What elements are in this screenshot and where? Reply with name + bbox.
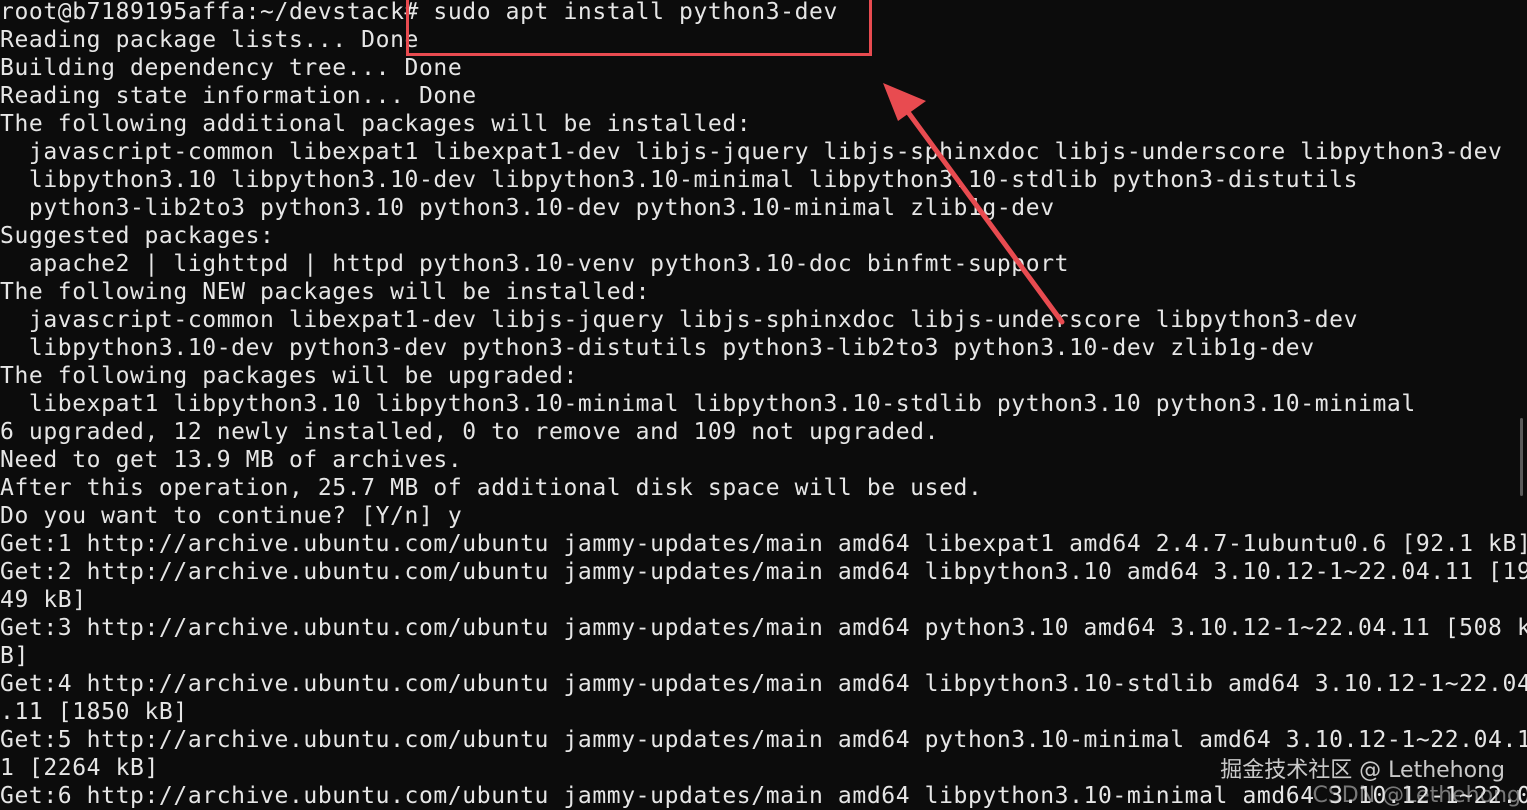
output-line: 49 kB] [0, 587, 87, 613]
output-line: The following additional packages will b… [0, 111, 752, 137]
output-line: The following NEW packages will be insta… [0, 279, 651, 305]
watermark-csdn: CSDN @Lethehong [1312, 783, 1521, 808]
output-line: Reading state information... Done [0, 83, 477, 109]
output-line: libpython3.10-dev python3-dev python3-di… [0, 335, 1315, 361]
output-line: libpython3.10 libpython3.10-dev libpytho… [0, 167, 1359, 193]
output-line: Building dependency tree... Done [0, 55, 463, 81]
scrollbar-thumb[interactable] [1520, 418, 1523, 496]
output-line: Do you want to continue? [Y/n] y [0, 503, 463, 529]
watermark-juejin: 掘金技术社区 @ Lethehong [1220, 758, 1505, 783]
command-highlight-box [406, 0, 872, 56]
output-line: libexpat1 libpython3.10 libpython3.10-mi… [0, 391, 1416, 417]
output-line: Get:1 http://archive.ubuntu.com/ubuntu j… [0, 531, 1527, 557]
output-line: javascript-common libexpat1 libexpat1-de… [0, 139, 1503, 165]
output-line: python3-lib2to3 python3.10 python3.10-de… [0, 195, 1055, 221]
output-line: .11 [1850 kB] [0, 699, 188, 725]
output-line: The following packages will be upgraded: [0, 363, 578, 389]
output-line: Suggested packages: [0, 223, 275, 249]
output-line: javascript-common libexpat1-dev libjs-jq… [0, 307, 1359, 333]
output-line: B] [0, 643, 29, 669]
output-line: Need to get 13.9 MB of archives. [0, 447, 463, 473]
output-line: apache2 | lighttpd | httpd python3.10-ve… [0, 251, 1070, 277]
output-line: Get:4 http://archive.ubuntu.com/ubuntu j… [0, 671, 1527, 697]
output-line: Get:2 http://archive.ubuntu.com/ubuntu j… [0, 559, 1527, 585]
output-line: 6 upgraded, 12 newly installed, 0 to rem… [0, 419, 940, 445]
output-line: Get:6 http://archive.ubuntu.com/ubuntu j… [0, 783, 1527, 809]
output-line: After this operation, 25.7 MB of additio… [0, 475, 983, 501]
output-line: Get:5 http://archive.ubuntu.com/ubuntu j… [0, 727, 1527, 753]
output-line: Get:3 http://archive.ubuntu.com/ubuntu j… [0, 615, 1527, 641]
terminal-output: root@b7189195affa:~/devstack# sudo apt i… [0, 0, 1527, 810]
terminal-window[interactable]: root@b7189195affa:~/devstack# sudo apt i… [0, 0, 1527, 810]
